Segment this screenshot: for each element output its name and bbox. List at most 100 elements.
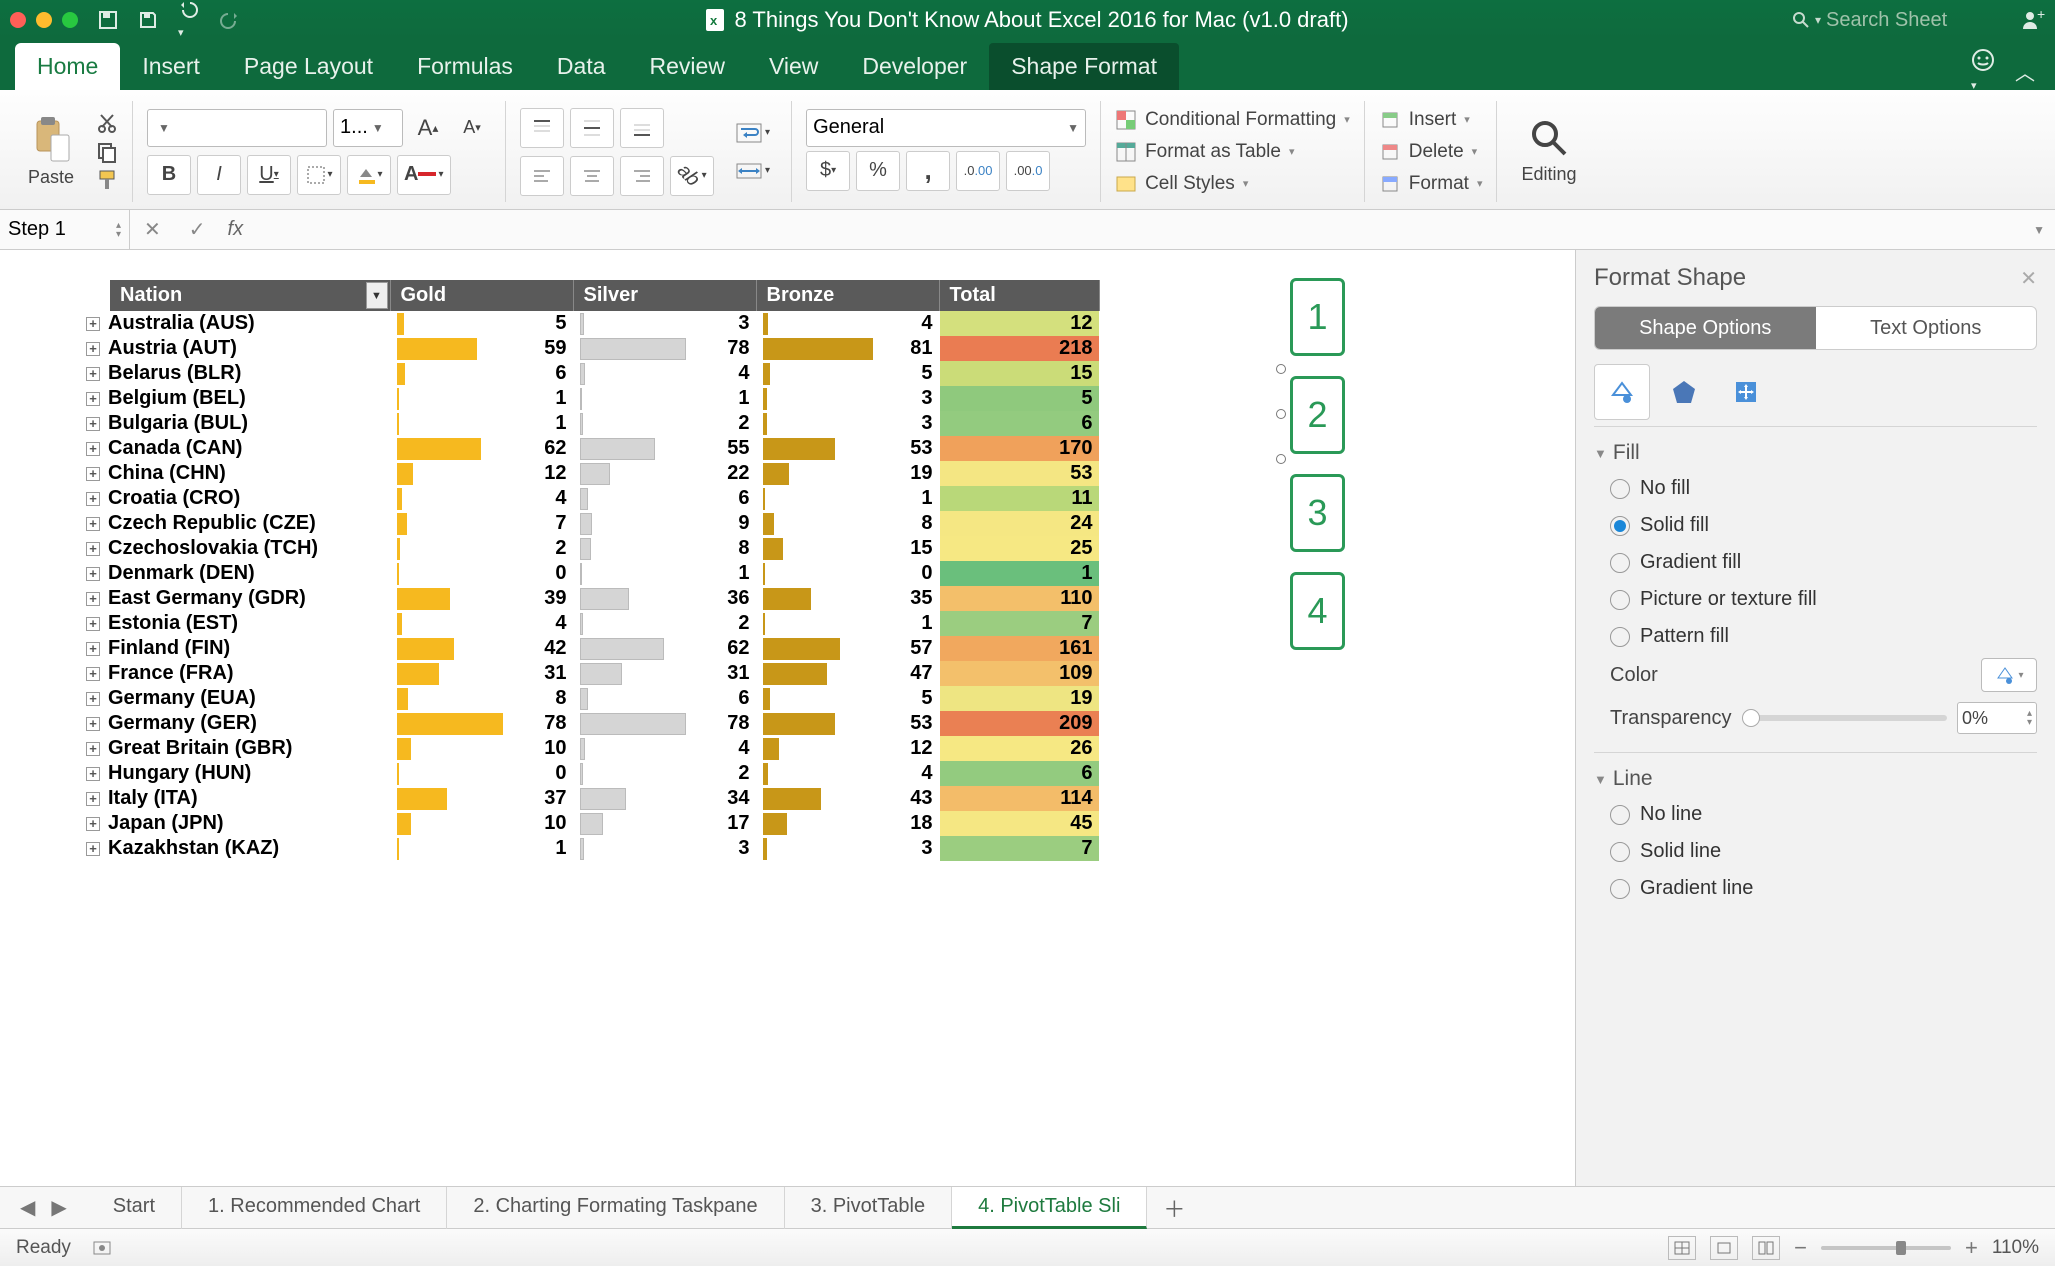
- table-row[interactable]: +Denmark (DEN)0101: [110, 561, 1099, 586]
- text-options-tab[interactable]: Text Options: [1816, 307, 2037, 349]
- sheet-tab[interactable]: 1. Recommended Chart: [182, 1187, 447, 1229]
- table-row[interactable]: +East Germany (GDR)393635110: [110, 586, 1099, 611]
- expand-icon[interactable]: +: [86, 467, 100, 481]
- radio-icon[interactable]: [1610, 879, 1630, 899]
- next-sheet-icon[interactable]: ▶: [51, 1195, 66, 1220]
- expand-icon[interactable]: +: [86, 317, 100, 331]
- expand-icon[interactable]: +: [86, 442, 100, 456]
- increase-decimal-icon[interactable]: .0.00: [956, 151, 1000, 191]
- sheet-tab[interactable]: 4. PivotTable Sli: [952, 1187, 1147, 1229]
- table-row[interactable]: +Hungary (HUN)0246: [110, 761, 1099, 786]
- fill-option[interactable]: Picture or texture fill: [1610, 588, 2037, 611]
- tab-formulas[interactable]: Formulas: [395, 43, 535, 90]
- close-panel-icon[interactable]: ✕: [2020, 266, 2037, 291]
- expand-icon[interactable]: +: [86, 392, 100, 406]
- radio-icon[interactable]: [1610, 590, 1630, 610]
- radio-icon[interactable]: [1610, 516, 1630, 536]
- align-top-icon[interactable]: [520, 108, 564, 148]
- column-header[interactable]: Gold: [390, 280, 573, 311]
- table-row[interactable]: +Bulgaria (BUL)1236: [110, 411, 1099, 436]
- expand-icon[interactable]: +: [86, 617, 100, 631]
- expand-icon[interactable]: +: [86, 542, 100, 556]
- handle-icon[interactable]: [1276, 364, 1286, 374]
- expand-icon[interactable]: +: [86, 492, 100, 506]
- table-row[interactable]: +Canada (CAN)625553170: [110, 436, 1099, 461]
- expand-icon[interactable]: +: [86, 817, 100, 831]
- table-row[interactable]: +Finland (FIN)426257161: [110, 636, 1099, 661]
- table-row[interactable]: +Czech Republic (CZE)79824: [110, 511, 1099, 536]
- radio-icon[interactable]: [1610, 553, 1630, 573]
- expand-icon[interactable]: +: [86, 717, 100, 731]
- delete-cells-button[interactable]: Delete ▾: [1379, 141, 1483, 163]
- fill-color-button[interactable]: ▾: [347, 155, 391, 195]
- expand-formula-icon[interactable]: ▼: [2033, 223, 2055, 237]
- filter-dropdown-icon[interactable]: ▼: [366, 282, 388, 309]
- zoom-value[interactable]: 110%: [1992, 1237, 2039, 1259]
- expand-icon[interactable]: +: [86, 792, 100, 806]
- zoom-in-icon[interactable]: +: [1965, 1235, 1978, 1261]
- tab-review[interactable]: Review: [628, 43, 747, 90]
- radio-icon[interactable]: [1610, 805, 1630, 825]
- zoom-slider[interactable]: [1821, 1246, 1951, 1250]
- step-shape-3[interactable]: 3: [1290, 474, 1345, 552]
- effects-tab-icon[interactable]: [1656, 364, 1712, 420]
- table-row[interactable]: +Estonia (EST)4217: [110, 611, 1099, 636]
- tab-view[interactable]: View: [747, 43, 840, 90]
- handle-icon[interactable]: [1276, 454, 1286, 464]
- table-row[interactable]: +Great Britain (GBR)1041226: [110, 736, 1099, 761]
- orientation-icon[interactable]: ab▾: [670, 156, 714, 196]
- expand-icon[interactable]: +: [86, 842, 100, 856]
- tab-developer[interactable]: Developer: [840, 43, 989, 90]
- table-row[interactable]: +Italy (ITA)373443114: [110, 786, 1099, 811]
- sheet-tab[interactable]: 3. PivotTable: [785, 1187, 953, 1229]
- expand-icon[interactable]: +: [86, 517, 100, 531]
- tab-page-layout[interactable]: Page Layout: [222, 43, 395, 90]
- step-shape-2[interactable]: 2: [1290, 376, 1345, 454]
- add-sheet-button[interactable]: ＋: [1147, 1184, 1201, 1232]
- size-properties-tab-icon[interactable]: [1718, 364, 1774, 420]
- conditional-formatting-button[interactable]: Conditional Formatting ▾: [1115, 109, 1350, 131]
- format-painter-icon[interactable]: [96, 169, 118, 191]
- merge-cells-icon[interactable]: ▾: [728, 152, 777, 190]
- table-row[interactable]: +France (FRA)313147109: [110, 661, 1099, 686]
- minimize-window-icon[interactable]: [36, 12, 52, 28]
- table-row[interactable]: +Australia (AUS)53412: [110, 311, 1099, 336]
- expand-icon[interactable]: +: [86, 667, 100, 681]
- expand-icon[interactable]: +: [86, 742, 100, 756]
- close-window-icon[interactable]: [10, 12, 26, 28]
- table-row[interactable]: +Croatia (CRO)46111: [110, 486, 1099, 511]
- find-icon[interactable]: [1529, 118, 1569, 158]
- column-header[interactable]: Bronze: [756, 280, 939, 311]
- align-center-icon[interactable]: [570, 156, 614, 196]
- table-row[interactable]: +Austria (AUT)597881218: [110, 336, 1099, 361]
- align-right-icon[interactable]: [620, 156, 664, 196]
- number-format-combo[interactable]: General▼: [806, 109, 1086, 147]
- expand-icon[interactable]: +: [86, 342, 100, 356]
- decrease-decimal-icon[interactable]: .00.0: [1006, 151, 1050, 191]
- cancel-formula-icon[interactable]: ✕: [130, 217, 175, 242]
- transparency-input[interactable]: 0%▴▾: [1957, 702, 2037, 734]
- zoom-window-icon[interactable]: [62, 12, 78, 28]
- collapse-ribbon-icon[interactable]: ︿: [2015, 57, 2035, 86]
- table-row[interactable]: +Japan (JPN)10171845: [110, 811, 1099, 836]
- table-row[interactable]: +Belarus (BLR)64515: [110, 361, 1099, 386]
- line-option[interactable]: No line: [1610, 803, 2037, 826]
- step-shape-4[interactable]: 4: [1290, 572, 1345, 650]
- fill-option[interactable]: Pattern fill: [1610, 625, 2037, 648]
- align-middle-icon[interactable]: [570, 108, 614, 148]
- undo-icon[interactable]: ▾: [178, 0, 200, 42]
- copy-icon[interactable]: [96, 141, 118, 163]
- sheet-tab[interactable]: Start: [87, 1187, 182, 1229]
- expand-icon[interactable]: +: [86, 567, 100, 581]
- table-row[interactable]: +Germany (EUA)86519: [110, 686, 1099, 711]
- tab-shape-format[interactable]: Shape Format: [989, 43, 1179, 90]
- underline-button[interactable]: U ▾: [247, 155, 291, 195]
- tab-insert[interactable]: Insert: [120, 43, 222, 90]
- accept-formula-icon[interactable]: ✓: [175, 217, 220, 242]
- format-as-table-button[interactable]: Format as Table ▾: [1115, 141, 1350, 163]
- expand-icon[interactable]: +: [86, 642, 100, 656]
- macro-record-icon[interactable]: [91, 1239, 113, 1257]
- line-option[interactable]: Solid line: [1610, 840, 2037, 863]
- paste-icon[interactable]: [31, 115, 71, 163]
- page-layout-view-icon[interactable]: [1710, 1236, 1738, 1260]
